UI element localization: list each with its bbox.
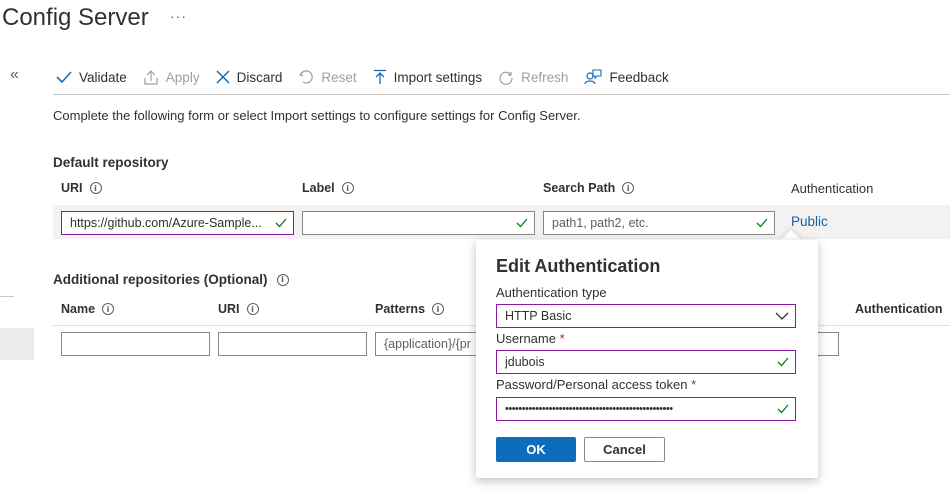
additional-patterns-input[interactable]: {application}/{pr bbox=[375, 332, 485, 356]
feedback-button[interactable]: Feedback bbox=[584, 69, 669, 85]
required-indicator: * bbox=[559, 331, 565, 346]
reset-label: Reset bbox=[321, 69, 357, 85]
ok-button[interactable]: OK bbox=[496, 437, 576, 462]
uri-input-value: https://github.com/Azure-Sample... bbox=[70, 216, 262, 230]
validate-label: Validate bbox=[79, 69, 127, 85]
column-header-additional-uri-label: URI bbox=[218, 302, 240, 316]
feedback-label: Feedback bbox=[609, 69, 669, 85]
default-repository-heading: Default repository bbox=[53, 155, 169, 170]
column-header-additional-uri: URI i bbox=[218, 302, 259, 316]
additional-repositories-title: Additional repositories (Optional) bbox=[53, 272, 268, 287]
refresh-icon bbox=[499, 71, 513, 85]
column-header-authentication: Authentication bbox=[791, 181, 874, 196]
column-header-patterns-label: Patterns bbox=[375, 302, 426, 316]
password-input[interactable]: ••••••••••••••••••••••••••••••••••••••••… bbox=[496, 397, 796, 421]
info-icon[interactable]: i bbox=[276, 273, 289, 286]
additional-uri-input[interactable] bbox=[218, 332, 367, 356]
username-label-text: Username bbox=[496, 331, 556, 346]
close-icon bbox=[216, 70, 230, 84]
password-label-text: Password/Personal access token bbox=[496, 377, 688, 392]
column-header-uri: URI i bbox=[61, 181, 102, 195]
authentication-type-dropdown[interactable]: HTTP Basic bbox=[496, 304, 796, 328]
column-header-search-path: Search Path i bbox=[543, 181, 635, 195]
undo-icon bbox=[299, 70, 314, 84]
checkmark-icon bbox=[777, 357, 789, 367]
password-label: Password/Personal access token * bbox=[496, 377, 696, 392]
apply-button[interactable]: Apply bbox=[143, 69, 200, 85]
username-input[interactable]: jdubois bbox=[496, 350, 796, 374]
patterns-placeholder: {application}/{pr bbox=[384, 337, 471, 351]
column-header-label: Label i bbox=[302, 181, 354, 195]
sidebar-selected-item[interactable] bbox=[0, 328, 34, 360]
edit-authentication-title: Edit Authentication bbox=[496, 256, 661, 276]
more-options-icon[interactable]: ··· bbox=[170, 8, 187, 24]
column-header-additional-authentication: Authentication bbox=[855, 302, 943, 316]
discard-button[interactable]: Discard bbox=[216, 69, 283, 85]
upload-icon bbox=[144, 70, 158, 85]
info-icon[interactable]: i bbox=[432, 303, 445, 315]
info-icon[interactable]: i bbox=[102, 303, 115, 315]
checkmark-icon bbox=[516, 218, 528, 228]
info-icon[interactable]: i bbox=[89, 182, 102, 194]
search-path-placeholder: path1, path2, etc. bbox=[552, 216, 649, 230]
collapse-sidebar-icon[interactable]: « bbox=[10, 66, 19, 84]
edit-authentication-popup: Edit Authentication Authentication type … bbox=[476, 240, 818, 478]
cancel-button[interactable]: Cancel bbox=[584, 437, 665, 462]
chevron-down-icon bbox=[775, 312, 789, 320]
apply-label: Apply bbox=[165, 69, 200, 85]
authentication-public-link[interactable]: Public bbox=[791, 214, 828, 229]
authentication-type-value: HTTP Basic bbox=[505, 309, 572, 323]
additional-name-input[interactable] bbox=[61, 332, 210, 356]
authentication-type-label: Authentication type bbox=[496, 285, 607, 300]
column-header-search-path-label: Search Path bbox=[543, 181, 616, 195]
command-bar: Validate Apply Discard Reset Import sett… bbox=[56, 64, 685, 90]
import-settings-button[interactable]: Import settings bbox=[373, 69, 483, 85]
form-description: Complete the following form or select Im… bbox=[53, 108, 581, 123]
import-settings-label: Import settings bbox=[393, 69, 483, 85]
column-header-label-label: Label bbox=[302, 181, 335, 195]
validate-button[interactable]: Validate bbox=[56, 70, 127, 85]
info-icon[interactable]: i bbox=[246, 303, 259, 315]
column-header-uri-label: URI bbox=[61, 181, 83, 195]
refresh-label: Refresh bbox=[521, 69, 569, 85]
reset-button[interactable]: Reset bbox=[298, 69, 357, 85]
username-label: Username * bbox=[496, 331, 565, 346]
username-value: jdubois bbox=[505, 355, 545, 369]
page-title: Config Server bbox=[2, 4, 149, 31]
toolbar-divider bbox=[53, 94, 950, 95]
checkmark-icon bbox=[777, 404, 789, 414]
column-header-name-label: Name bbox=[61, 302, 96, 316]
checkmark-icon bbox=[756, 218, 768, 228]
label-input[interactable] bbox=[302, 211, 535, 235]
refresh-button[interactable]: Refresh bbox=[498, 69, 568, 85]
sidebar-divider bbox=[0, 296, 14, 297]
info-icon[interactable]: i bbox=[622, 182, 635, 194]
checkmark-icon bbox=[275, 218, 287, 228]
feedback-icon bbox=[584, 69, 603, 85]
search-path-input[interactable]: path1, path2, etc. bbox=[543, 211, 775, 235]
checkmark-icon bbox=[56, 71, 72, 84]
column-header-patterns: Patterns i bbox=[375, 302, 445, 316]
info-icon[interactable]: i bbox=[341, 182, 354, 194]
password-value: ••••••••••••••••••••••••••••••••••••••••… bbox=[505, 403, 673, 415]
additional-repositories-heading: Additional repositories (Optional) i bbox=[53, 272, 289, 287]
required-indicator: * bbox=[691, 377, 697, 392]
discard-label: Discard bbox=[236, 69, 283, 85]
column-header-name: Name i bbox=[61, 302, 115, 316]
uri-input[interactable]: https://github.com/Azure-Sample... bbox=[61, 211, 294, 235]
import-icon bbox=[373, 69, 386, 84]
